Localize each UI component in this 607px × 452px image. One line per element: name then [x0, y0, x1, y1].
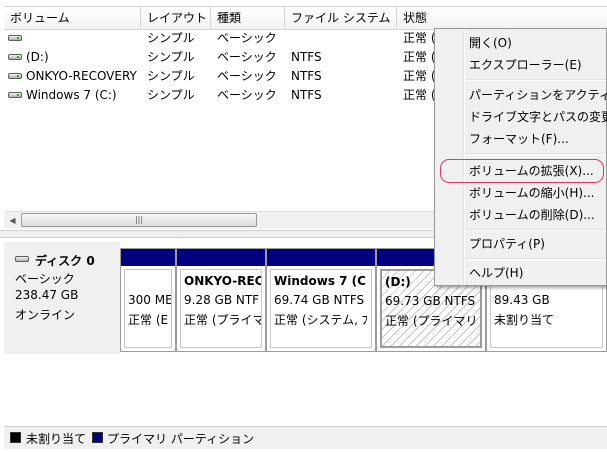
legend: 未割り当て プライマリ パーティション — [4, 426, 607, 449]
menu-separator — [466, 79, 606, 81]
volume-filesystem: NTFS — [291, 88, 322, 102]
menu-item-explorer[interactable]: エクスプローラー(E) — [469, 54, 582, 76]
menu-item-format[interactable]: フォーマット(F)... — [469, 128, 569, 150]
menu-separator — [466, 153, 606, 155]
scroll-grip-icon: ||| — [134, 215, 144, 224]
drive-icon — [8, 54, 22, 60]
partition-size: 69.73 GB NTFS — [385, 294, 476, 308]
legend-label-primary: プライマリ パーティション — [107, 432, 255, 446]
partition-body: ONKYO-REC 9.28 GB NTF 正常 (プライマ — [180, 269, 262, 348]
scroll-thumb[interactable]: ||| — [21, 213, 257, 227]
volume-layout: シンプル — [147, 31, 195, 45]
volume-status: 正常 ( — [403, 88, 436, 102]
volume-name: (D:) — [26, 50, 49, 64]
column-header-status[interactable]: 状態 — [397, 7, 607, 29]
partition-bar — [121, 249, 175, 266]
partition-size: 300 ME — [128, 293, 172, 307]
volume-status: 正常 ( — [403, 31, 436, 45]
partition-status: 正常 (プライマ — [184, 313, 262, 327]
column-header-type[interactable]: 種類 — [211, 7, 285, 29]
partition-bar — [177, 249, 265, 266]
menu-item-shrink-volume[interactable]: ボリュームの縮小(H)... — [469, 182, 594, 204]
partition-size: 9.28 GB NTF — [184, 293, 260, 307]
disk-size: 238.47 GB — [15, 288, 79, 302]
menu-item-properties[interactable]: プロパティ(P) — [469, 233, 545, 255]
disk-type: ベーシック — [15, 272, 75, 286]
volume-status: 正常 ( — [403, 69, 436, 83]
volume-type: ベーシック — [217, 69, 277, 83]
drive-icon — [8, 73, 22, 79]
partition-onkyo-recovery[interactable]: ONKYO-REC 9.28 GB NTF 正常 (プライマ — [176, 248, 266, 352]
legend-swatch-primary — [92, 432, 103, 443]
partition-name: ONKYO-REC — [184, 274, 262, 288]
disk-icon — [15, 256, 29, 262]
scroll-left-arrow-icon[interactable]: ◀ — [4, 212, 21, 229]
context-menu: 開く(O) エクスプローラー(E) パーティションをアクティ ドライブ文字とパス… — [434, 28, 607, 286]
menu-separator — [466, 229, 606, 231]
partition-system-reserved[interactable]: 300 ME 正常 (E — [120, 248, 176, 352]
partition-size: 69.74 GB NTFS — [274, 293, 365, 307]
menu-item-mark-active[interactable]: パーティションをアクティ — [469, 84, 607, 106]
volume-layout: シンプル — [147, 50, 195, 64]
partition-windows7[interactable]: Windows 7 (C 69.74 GB NTFS 正常 (システム, ﾌ — [266, 248, 376, 352]
volume-type: ベーシック — [217, 88, 277, 102]
menu-separator — [466, 258, 606, 260]
menu-item-change-drive-letter[interactable]: ドライブ文字とパスの変更 — [469, 106, 607, 128]
volume-filesystem: NTFS — [291, 50, 322, 64]
partition-size: 89.43 GB — [494, 293, 550, 307]
partition-status: 正常 (プライマリ — [385, 314, 478, 328]
menu-item-delete-volume[interactable]: ボリュームの削除(D)... — [469, 204, 595, 226]
column-header-filesystem[interactable]: ファイル システム — [285, 7, 397, 29]
partition-bar — [267, 249, 375, 266]
column-header-volume[interactable]: ボリューム — [4, 7, 141, 29]
menu-item-extend-volume[interactable]: ボリュームの拡張(X)... — [469, 160, 594, 182]
partition-body: 300 ME 正常 (E — [124, 269, 172, 348]
volume-name: Windows 7 (C:) — [26, 88, 117, 102]
volume-name: ONKYO-RECOVERY — [26, 69, 137, 83]
volume-status: 正常 ( — [403, 50, 436, 64]
partition-name: Windows 7 (C — [274, 274, 366, 288]
disk-status: オンライン — [15, 308, 76, 322]
drive-icon — [8, 35, 22, 41]
partition-status: 正常 (E — [128, 313, 169, 327]
menu-item-open[interactable]: 開く(O) — [469, 32, 512, 54]
legend-swatch-unallocated — [10, 432, 21, 443]
partition-status: 正常 (システム, ﾌ — [274, 313, 368, 327]
partition-status: 未割り当て — [494, 313, 555, 327]
volume-layout: シンプル — [147, 69, 195, 83]
volume-list-header: ボリューム レイアウト 種類 ファイル システム 状態 — [4, 6, 607, 30]
menu-item-help[interactable]: ヘルプ(H) — [469, 262, 523, 284]
volume-type: ベーシック — [217, 31, 277, 45]
volume-layout: シンプル — [147, 88, 195, 102]
drive-icon — [8, 92, 22, 98]
volume-filesystem: NTFS — [291, 69, 322, 83]
column-header-layout[interactable]: レイアウト — [141, 7, 211, 29]
disk-name: ディスク 0 — [35, 254, 95, 268]
partition-name: (D:) — [385, 275, 411, 289]
volume-type: ベーシック — [217, 50, 277, 64]
legend-label-unallocated: 未割り当て — [26, 432, 87, 446]
disk-info: ディスク 0 ベーシック 238.47 GB オンライン — [4, 242, 120, 354]
partition-body: Windows 7 (C 69.74 GB NTFS 正常 (システム, ﾌ — [270, 269, 372, 348]
